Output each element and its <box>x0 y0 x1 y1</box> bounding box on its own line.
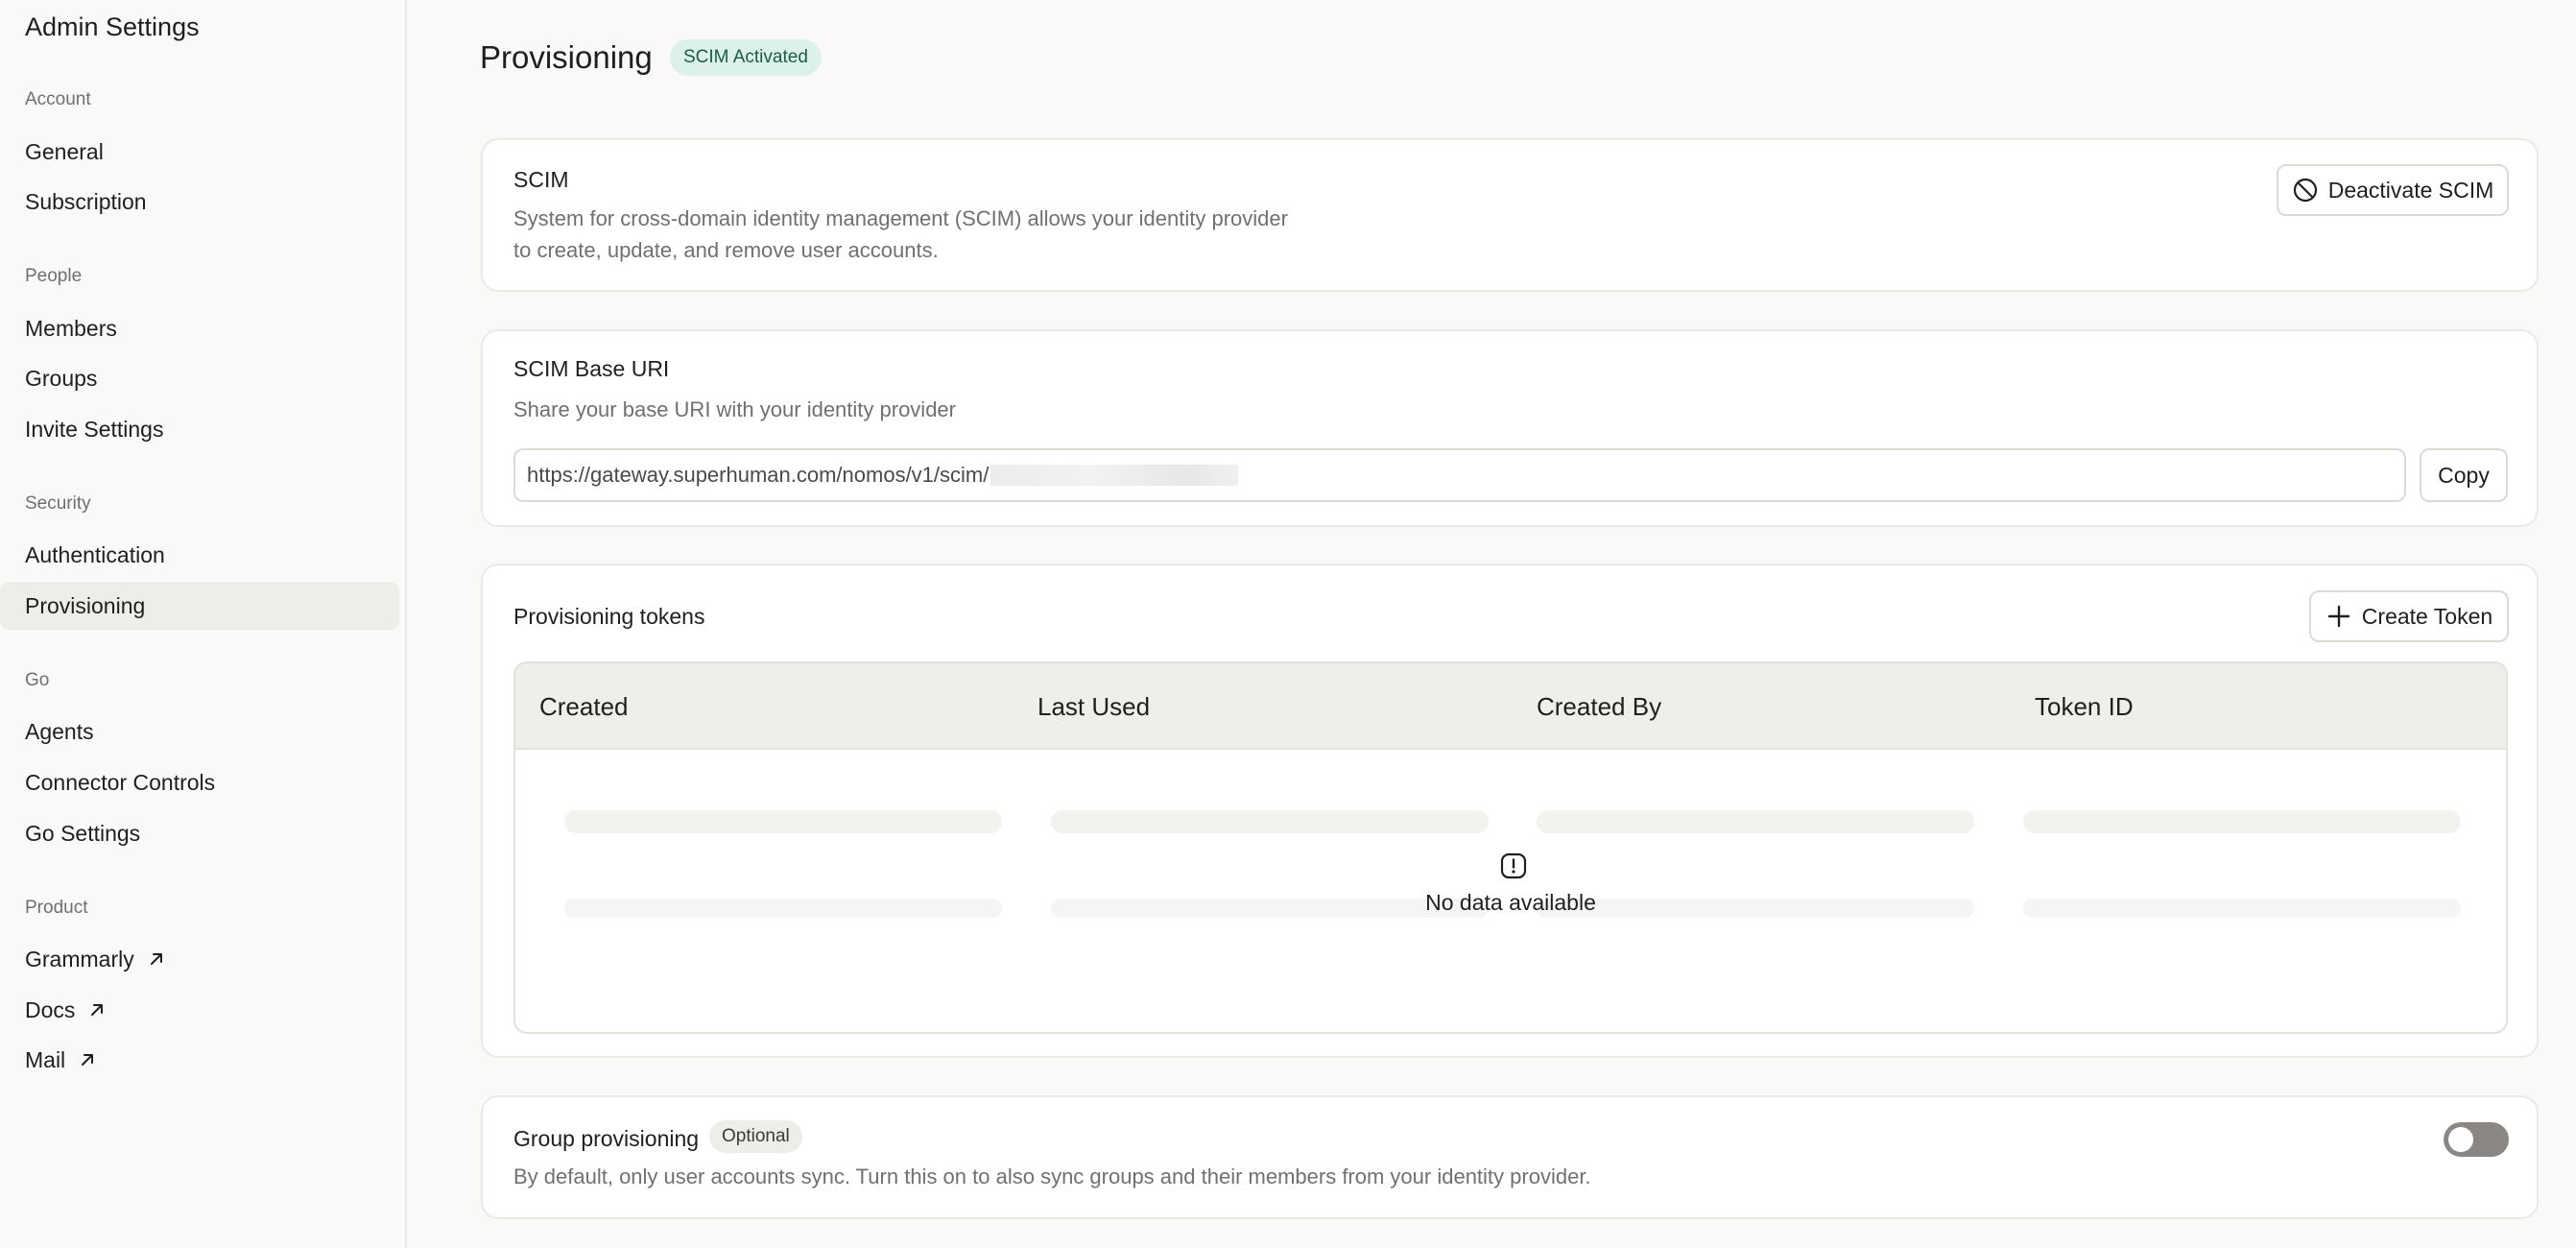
sidebar-title: Admin Settings <box>25 12 200 41</box>
column-header-token-id[interactable]: Token ID <box>2035 663 2134 750</box>
sidebar-item-label: Invite Settings <box>25 416 164 442</box>
status-badge: SCIM Activated <box>670 39 822 76</box>
sidebar-item-subscription[interactable]: Subscription <box>0 178 399 226</box>
plus-icon <box>2327 605 2349 628</box>
create-token-label: Create Token <box>2361 603 2493 629</box>
empty-state-text: No data available <box>1425 890 1596 915</box>
sidebar-item-provisioning[interactable]: Provisioning <box>0 582 399 630</box>
sidebar-item-go-settings[interactable]: Go Settings <box>0 809 399 857</box>
skeleton-row-placeholder <box>564 810 1002 833</box>
provisioning-tokens-card: Provisioning tokens Create Token Created… <box>481 564 2539 1058</box>
sidebar-item-label: Members <box>25 315 117 341</box>
sidebar-item-label: Authentication <box>25 541 165 567</box>
sidebar-item-label: Subscription <box>25 188 147 214</box>
scim-base-uri-value: https://gateway.superhuman.com/nomos/v1/… <box>527 463 990 487</box>
sidebar-item-label: Mail <box>25 1046 66 1072</box>
external-link-icon <box>91 1004 104 1016</box>
sidebar-item-label: Go Settings <box>25 820 141 846</box>
sidebar-item-authentication[interactable]: Authentication <box>0 531 399 579</box>
group-provisioning-description: By default, only user accounts sync. Tur… <box>513 1164 1591 1188</box>
column-header-last-used[interactable]: Last Used <box>1038 663 1150 750</box>
sidebar-item-label: Grammarly <box>25 946 134 972</box>
tokens-card-title: Provisioning tokens <box>513 604 705 629</box>
optional-badge: Optional <box>709 1120 802 1153</box>
scim-card-title: SCIM <box>513 167 569 192</box>
sidebar-item-general[interactable]: General <box>0 128 399 176</box>
sidebar-item-label: Connector Controls <box>25 769 216 795</box>
scim-base-uri-field[interactable]: https://gateway.superhuman.com/nomos/v1/… <box>513 448 2406 502</box>
sidebar-item-label: General <box>25 138 104 164</box>
sidebar: Admin Settings Account General Subscript… <box>0 0 407 1248</box>
sidebar-item-groups[interactable]: Groups <box>0 354 399 402</box>
sidebar-section-people: People <box>25 266 83 286</box>
external-link-icon <box>150 953 162 965</box>
sidebar-item-docs[interactable]: Docs <box>0 986 399 1034</box>
group-provisioning-card: Group provisioning Optional By default, … <box>481 1095 2539 1219</box>
page-title: Provisioning <box>480 39 653 75</box>
column-header-created[interactable]: Created <box>539 663 629 750</box>
tokens-table-header: Created Last Used Created By Token ID <box>515 663 2506 750</box>
sidebar-item-label: Agents <box>25 718 94 744</box>
tokens-table: Created Last Used Created By Token ID No… <box>513 661 2508 1034</box>
redacted-token-segment <box>990 465 1239 486</box>
sidebar-item-agents[interactable]: Agents <box>0 708 399 756</box>
sidebar-section-go: Go <box>25 670 50 690</box>
uri-card-description: Share your base URI with your identity p… <box>513 397 956 421</box>
scim-card-description-line2: to create, update, and remove user accou… <box>513 238 939 262</box>
sidebar-item-grammarly[interactable]: Grammarly <box>0 935 399 983</box>
sidebar-section-account: Account <box>25 89 91 109</box>
scim-card-description-line1: System for cross-domain identity managem… <box>513 206 1288 230</box>
copy-uri-label: Copy <box>2438 462 2490 488</box>
block-icon <box>2293 178 2317 203</box>
deactivate-scim-button[interactable]: Deactivate SCIM <box>2277 164 2509 216</box>
sidebar-item-connector-controls[interactable]: Connector Controls <box>0 758 399 806</box>
group-provisioning-toggle[interactable] <box>2444 1122 2509 1157</box>
sidebar-item-members[interactable]: Members <box>0 304 399 352</box>
sidebar-item-label: Provisioning <box>25 592 146 618</box>
skeleton-row-placeholder <box>1537 810 1974 833</box>
sidebar-item-mail[interactable]: Mail <box>0 1036 399 1084</box>
create-token-button[interactable]: Create Token <box>2309 590 2509 642</box>
group-provisioning-title: Group provisioning <box>513 1126 700 1151</box>
copy-uri-button[interactable]: Copy <box>2420 448 2508 502</box>
column-header-created-by[interactable]: Created By <box>1537 663 1661 750</box>
skeleton-row-placeholder <box>1051 810 1489 833</box>
uri-card-title: SCIM Base URI <box>513 356 670 381</box>
alert-icon <box>1500 852 1527 879</box>
scim-base-uri-card: SCIM Base URI Share your base URI with y… <box>481 329 2539 527</box>
skeleton-row-placeholder <box>2023 810 2461 833</box>
external-link-icon <box>82 1054 94 1066</box>
sidebar-item-label: Docs <box>25 996 76 1022</box>
sidebar-item-label: Groups <box>25 365 98 391</box>
sidebar-section-product: Product <box>25 898 88 918</box>
sidebar-item-invite-settings[interactable]: Invite Settings <box>0 405 399 453</box>
sidebar-section-security: Security <box>25 493 91 514</box>
toggle-knob <box>2448 1127 2473 1152</box>
scim-card: SCIM System for cross-domain identity ma… <box>481 138 2539 292</box>
deactivate-scim-label: Deactivate SCIM <box>2327 177 2494 203</box>
